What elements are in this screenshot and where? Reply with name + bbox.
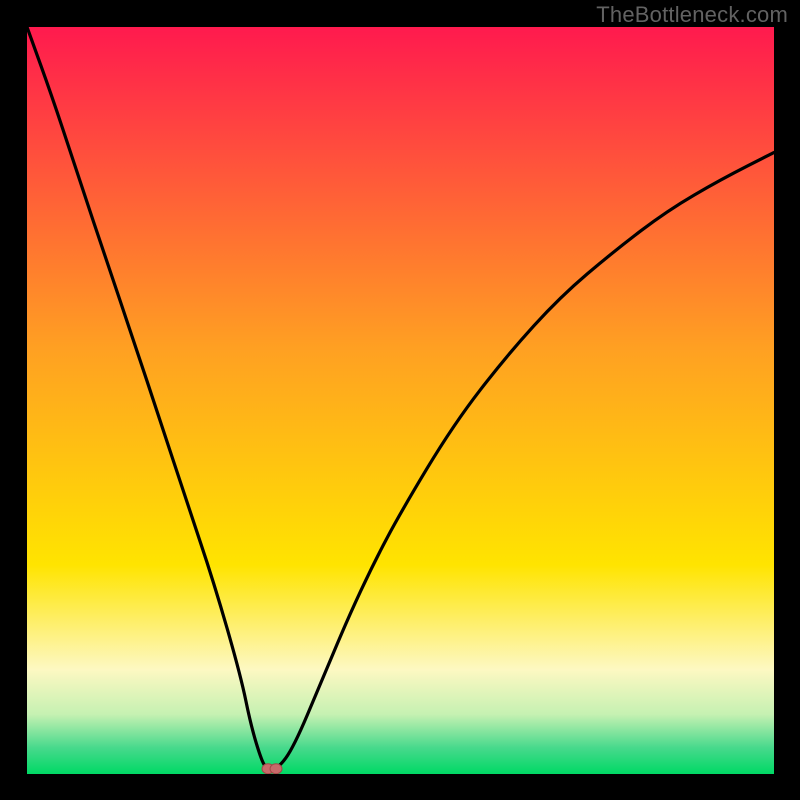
- chart-stage: TheBottleneck.com: [0, 0, 800, 800]
- watermark-text: TheBottleneck.com: [596, 2, 788, 28]
- gradient-background: [27, 27, 774, 774]
- bottleneck-chart: [27, 27, 774, 774]
- optimal-point-marker: [262, 764, 282, 774]
